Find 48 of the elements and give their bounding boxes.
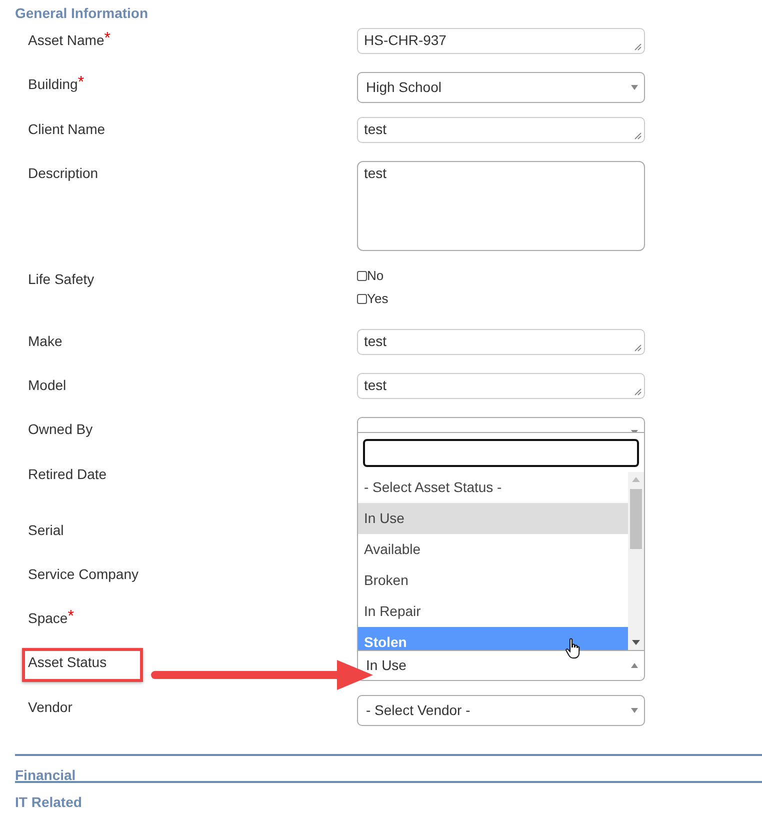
checkbox[interactable]: [357, 294, 367, 304]
description-field[interactable]: test: [357, 161, 645, 251]
dropdown-option[interactable]: In Repair: [358, 596, 628, 627]
required-mark: *: [68, 608, 74, 626]
section-title[interactable]: IT Related: [15, 794, 82, 810]
resize-grip-icon[interactable]: [634, 43, 642, 51]
text-field[interactable]: test: [357, 117, 645, 143]
scrollbar[interactable]: [628, 472, 644, 650]
field-label: Service Company: [28, 566, 138, 582]
field-label: Asset Status: [28, 654, 107, 670]
text-field[interactable]: test: [357, 329, 645, 355]
field-label: Building: [28, 76, 78, 92]
field-label: Owned By: [28, 421, 93, 437]
resize-grip-icon[interactable]: [634, 388, 642, 396]
field-label: Space: [28, 610, 68, 626]
required-mark: *: [78, 74, 84, 92]
select-field[interactable]: - Select Vendor -: [357, 695, 645, 726]
required-mark: *: [104, 30, 110, 48]
field-label: Client Name: [28, 121, 106, 137]
dropdown-option[interactable]: - Select Asset Status -: [358, 472, 628, 503]
section-title[interactable]: General Information: [15, 5, 148, 21]
text-field[interactable]: test: [357, 373, 645, 399]
field-label: Retired Date: [28, 466, 107, 482]
checkbox-option[interactable]: No: [357, 268, 645, 283]
text-field[interactable]: HS-CHR-937: [357, 28, 645, 54]
hand-cursor-icon: [565, 638, 581, 660]
caret-icon: [631, 708, 638, 713]
scroll-down-icon[interactable]: [632, 640, 640, 646]
field-label: Make: [28, 333, 62, 349]
section-title[interactable]: Financial: [15, 767, 76, 783]
resize-grip-icon[interactable]: [634, 132, 642, 140]
checkbox[interactable]: [357, 270, 367, 280]
resize-grip-icon[interactable]: [634, 344, 642, 352]
field-label: Vendor: [28, 699, 72, 715]
field-label: Model: [28, 377, 66, 393]
caret-icon: [631, 85, 638, 90]
select-field[interactable]: High School: [357, 72, 645, 103]
dropdown-option[interactable]: In Use: [358, 503, 628, 534]
field-label: Serial: [28, 522, 64, 538]
caret-icon: [631, 663, 638, 668]
dropdown-option[interactable]: Broken: [358, 565, 628, 596]
field-label: Asset Name: [28, 32, 104, 48]
field-label: Life Safety: [28, 271, 94, 287]
checkbox-option[interactable]: Yes: [357, 291, 645, 306]
search-field[interactable]: [363, 439, 639, 467]
select-field[interactable]: In Use: [357, 650, 645, 681]
dropdown-option[interactable]: Available: [358, 534, 628, 565]
field-label: Description: [28, 165, 98, 181]
